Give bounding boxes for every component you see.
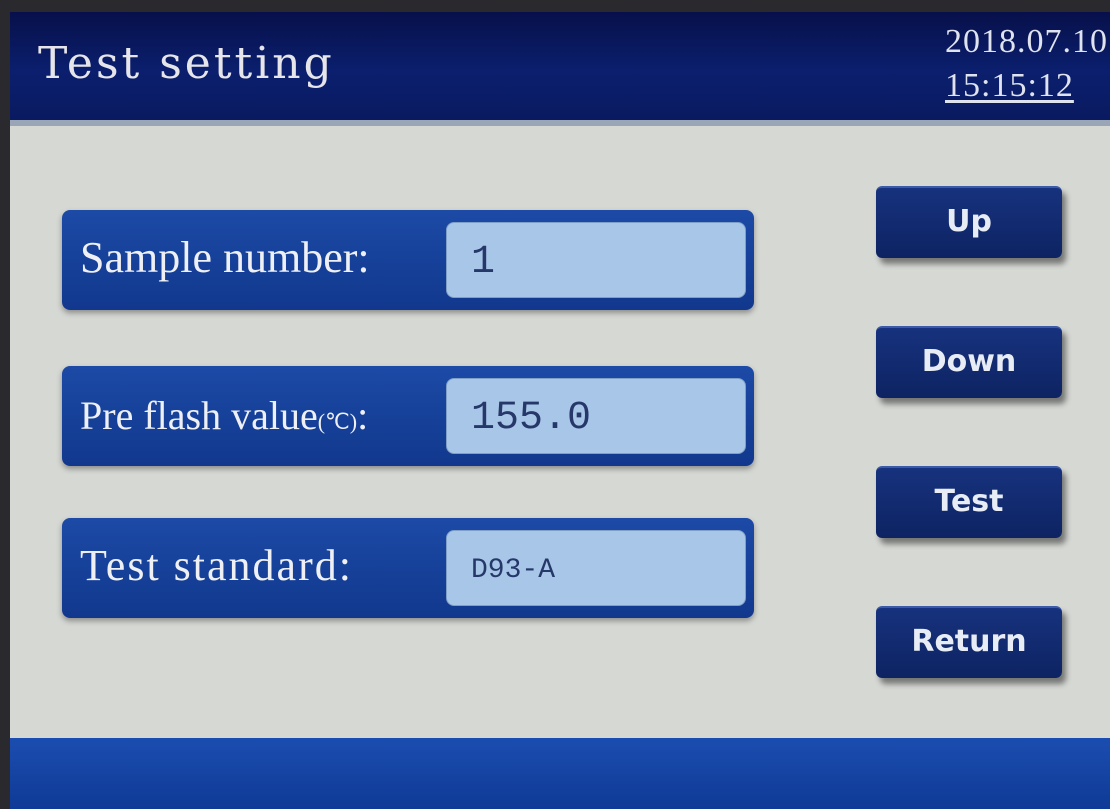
test-button[interactable]: Test <box>876 466 1062 538</box>
test-standard-label: Test standard: <box>80 541 353 590</box>
unit-label: (℃) <box>317 409 358 434</box>
pre-flash-value-row: Pre flash value(℃): 155.0 <box>62 366 754 466</box>
device-screen: Test setting 2018.07.10 15:15:12 Sample … <box>10 12 1110 809</box>
pre-flash-value-label: Pre flash value(℃): <box>80 393 369 438</box>
return-button[interactable]: Return <box>876 606 1062 678</box>
page-title: Test setting <box>38 38 335 89</box>
test-standard-row: Test standard: D93-A <box>62 518 754 618</box>
down-button[interactable]: Down <box>876 326 1062 398</box>
pre-flash-value-input[interactable]: 155.0 <box>446 378 746 454</box>
settings-area: Sample number: 1 Pre flash value(℃): 155… <box>10 126 1110 738</box>
up-button[interactable]: Up <box>876 186 1062 258</box>
test-standard-input[interactable]: D93-A <box>446 530 746 606</box>
sample-number-row: Sample number: 1 <box>62 210 754 310</box>
sample-number-label: Sample number: <box>80 233 370 282</box>
date-text: 2018.07.10 <box>945 23 1108 60</box>
header-bar: Test setting 2018.07.10 15:15:12 <box>10 12 1110 126</box>
footer-bar <box>10 738 1110 809</box>
time-text: 15:15:12 <box>945 67 1074 104</box>
sample-number-input[interactable]: 1 <box>446 222 746 298</box>
datetime-display: 2018.07.10 15:15:12 <box>945 20 1108 108</box>
